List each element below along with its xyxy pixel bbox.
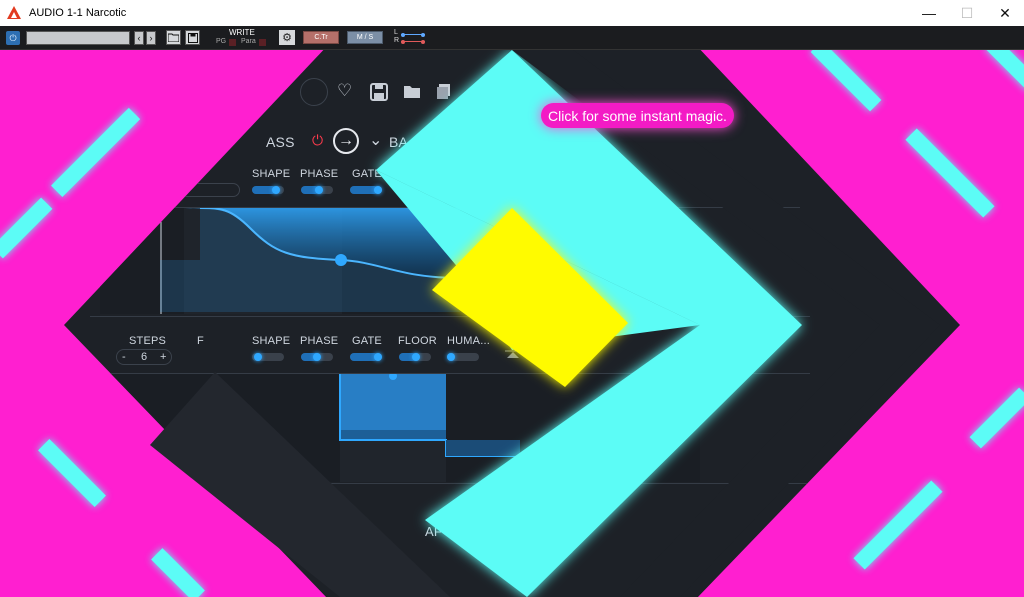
steps-value: 6 [141,351,148,363]
window-title: AUDIO 1-1 Narcotic [29,7,127,19]
direction-arrow-button[interactable]: → [333,128,359,154]
bottom-partial-label: AF [425,524,443,539]
upper-lfo-curve-display[interactable] [100,208,700,314]
upper-gate-label: GATE [352,168,382,180]
lower-phase-slider[interactable] [301,353,333,361]
pg-label: PG [216,38,227,45]
module-power-icon[interactable]: ⏻ [312,132,323,149]
lower-floor-label: FLOOR [398,335,437,347]
write-automation-label: WRITE [229,28,255,37]
favorite-heart-icon[interactable]: ♡ [337,81,352,101]
maximize-button[interactable]: ☐ [948,0,986,26]
right-channel-label: R [394,37,400,44]
para-toggle[interactable] [259,39,266,46]
load-preset-folder-icon[interactable] [166,30,181,45]
lower-shape-slider[interactable] [252,353,284,361]
window-controls: — ☐ ✕ [910,0,1024,26]
lower-shape-label: SHAPE [252,335,291,347]
preset-search-box[interactable] [300,78,328,106]
steps-label: STEPS [129,335,167,347]
plugin-window: ♡ ASS ⏻ → ⌄ BA SHAPE PHASE GATE STEPS - … [0,50,1024,597]
right-channel-meter [401,39,425,44]
upper-shape-label: SHAPE [252,168,291,180]
lower-gate-slider[interactable] [350,353,382,361]
plugin-power-button[interactable]: ⏻ [6,31,20,45]
minimize-button[interactable]: — [910,0,948,26]
band-chevron-down-icon[interactable]: ⌄ [369,130,383,150]
steps-minus-button[interactable]: - [122,351,126,363]
lower-partial-label: F [197,335,204,347]
instant-magic-tooltip[interactable]: Click for some instant magic. [541,103,734,128]
collapse-triangle-icon[interactable] [505,342,521,360]
left-channel-meter [401,32,425,37]
next-preset-button[interactable]: › [146,31,156,45]
folder-icon-plugin[interactable] [403,84,421,104]
para-label: Para [241,38,256,45]
mid-side-button[interactable]: M / S [347,31,383,44]
save-preset-icon[interactable] [185,30,200,45]
stack-icon-plugin[interactable] [437,84,451,105]
save-preset-icon-plugin[interactable] [370,83,388,106]
left-channel-label: L [394,29,398,36]
app-logo-icon [7,6,21,20]
settings-gear-icon[interactable]: ⚙ [279,30,295,45]
band-label: BA [389,134,409,150]
window-titlebar: AUDIO 1-1 Narcotic — ☐ ✕ [0,0,1024,26]
upper-shape-slider[interactable] [252,186,284,194]
steps-plus-button[interactable]: + [160,351,167,363]
lower-humanize-slider[interactable] [447,353,479,361]
pg-toggle[interactable] [229,39,236,46]
close-button[interactable]: ✕ [986,0,1024,26]
lower-phase-label: PHASE [300,335,339,347]
lower-gate-label: GATE [352,335,382,347]
host-toolbar: ⏻ ‹ › WRITE PG Para ⚙ C.Tr M / S L R [0,26,1024,50]
upper-gate-slider[interactable] [350,186,382,194]
upper-phase-slider[interactable] [301,186,333,194]
preset-name-field[interactable] [26,31,130,45]
upper-phase-label: PHASE [300,168,339,180]
lower-humanize-label: HUMA... [447,335,490,347]
prev-preset-button[interactable]: ‹ [134,31,144,45]
ctr-button[interactable]: C.Tr [303,31,339,44]
bypass-label: ASS [266,134,295,150]
lower-floor-slider[interactable] [399,353,431,361]
